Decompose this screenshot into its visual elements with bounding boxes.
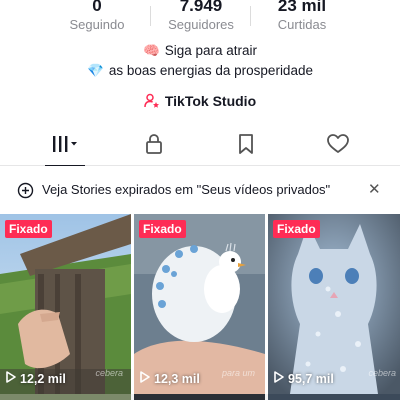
profile-stats: 0 Seguindo 7.949 Seguidores 23 mil Curti…: [0, 0, 400, 36]
following-label: Seguindo: [69, 17, 125, 32]
profile-tabs: [0, 126, 400, 167]
video-caption: para um: [221, 368, 255, 378]
tiktok-studio-link[interactable]: TikTok Studio: [0, 93, 400, 112]
video-grid: Fixado cebera 12,2 mil Fixado para um 12…: [0, 214, 400, 400]
person-star-icon: [144, 93, 160, 112]
view-count: 12,2 mil: [6, 371, 66, 386]
tab-saved[interactable]: [200, 126, 292, 166]
bio-line-1: 🧠 Siga para atrair: [0, 42, 400, 60]
play-icon: [6, 371, 16, 386]
view-count: 12,3 mil: [140, 371, 200, 386]
video-thumbnail: [134, 214, 265, 394]
video-tile[interactable]: Fixado cebera 95,7 mil: [268, 214, 400, 394]
stories-plus-icon: [17, 182, 34, 204]
pinned-badge: Fixado: [273, 220, 320, 238]
view-count-text: 95,7 mil: [288, 371, 334, 386]
pinned-badge: Fixado: [5, 220, 52, 238]
likes-stat[interactable]: 23 mil Curtidas: [242, 0, 362, 33]
bio-text-2: as boas energias da prosperidade: [108, 63, 313, 78]
play-icon: [274, 371, 284, 386]
bookmark-icon: [236, 133, 256, 160]
lock-icon: [144, 133, 164, 160]
video-thumbnail: [268, 214, 400, 394]
bio-text-1: Siga para atrair: [164, 43, 258, 58]
expired-stories-notice[interactable]: Veja Stories expirados em "Seus vídeos p…: [0, 166, 400, 214]
video-tile-preview[interactable]: [134, 394, 265, 400]
video-caption: cebera: [95, 368, 123, 378]
pinned-badge: Fixado: [139, 220, 186, 238]
next-row-preview: [0, 394, 400, 400]
close-icon[interactable]: ✕: [368, 180, 381, 198]
likes-label: Curtidas: [277, 17, 327, 32]
play-icon: [140, 371, 150, 386]
video-tile[interactable]: Fixado para um 12,3 mil: [134, 214, 265, 394]
notice-text: Veja Stories expirados em "Seus vídeos p…: [42, 182, 331, 197]
tab-videos[interactable]: [19, 126, 111, 167]
videos-grid-icon: [50, 134, 80, 159]
likes-count: 23 mil: [277, 0, 327, 15]
tab-private[interactable]: [108, 126, 200, 166]
tiktok-studio-label: TikTok Studio: [164, 93, 257, 109]
video-tile-preview[interactable]: [268, 394, 400, 400]
gem-emoji-icon: 💎: [87, 63, 104, 78]
video-thumbnail: [0, 214, 131, 394]
video-caption: cebera: [368, 368, 396, 378]
brain-emoji-icon: 🧠: [142, 43, 160, 58]
tab-liked[interactable]: [292, 126, 384, 166]
view-count-text: 12,2 mil: [20, 371, 66, 386]
bio-line-2: 💎 as boas energias da prosperidade: [0, 62, 400, 80]
following-count: 0: [92, 0, 102, 15]
video-tile-preview[interactable]: [0, 394, 131, 400]
video-tile[interactable]: Fixado cebera 12,2 mil: [0, 214, 131, 394]
following-stat[interactable]: 0 Seguindo: [37, 0, 157, 33]
view-count: 95,7 mil: [274, 371, 334, 386]
heart-icon: [326, 133, 350, 160]
view-count-text: 12,3 mil: [154, 371, 200, 386]
